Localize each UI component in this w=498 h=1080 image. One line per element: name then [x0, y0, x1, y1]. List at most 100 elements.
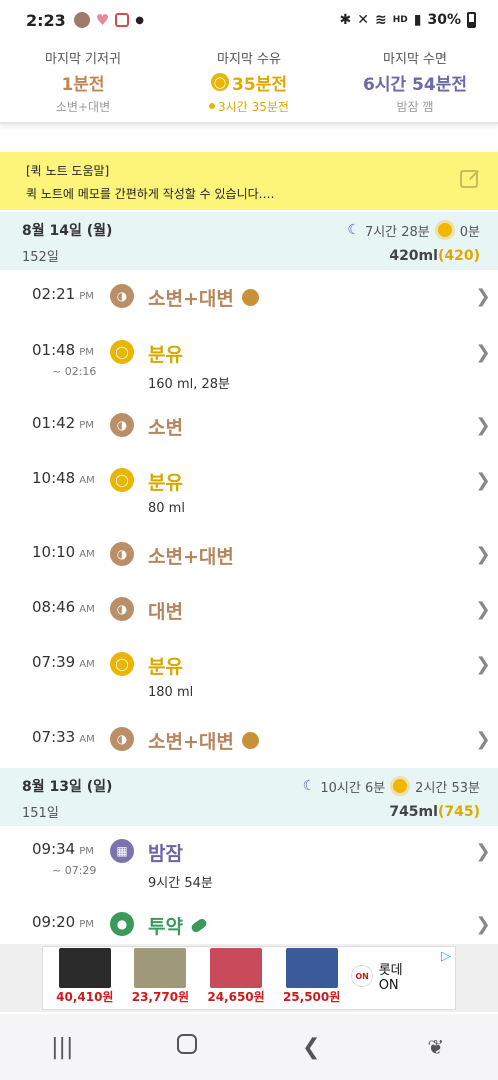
entry-label: 소변: [148, 417, 183, 439]
system-nav-bar: ||| ❮ ❦: [0, 1014, 498, 1080]
quick-note[interactable]: [퀵 노트 도움말] 퀵 노트에 메모를 간편하게 작성할 수 있습니다.…: [0, 152, 498, 210]
product-image: [210, 948, 263, 988]
summary-feed-value-wrap: ◯ 35분전: [211, 70, 287, 95]
entry-time: 07:39: [32, 653, 76, 671]
wifi-icon: ≋: [375, 12, 387, 28]
recent-apps-button[interactable]: |||: [32, 1035, 92, 1060]
ad-product[interactable]: 23,770원: [125, 945, 197, 1005]
ad-banner[interactable]: 40,410원 23,770원 24,650원 25,500원 ON 롯데ON …: [42, 946, 456, 1010]
bottle-icon: ◯: [211, 73, 230, 91]
product-image: [285, 948, 338, 988]
volume-paren: 420: [444, 247, 474, 264]
summary-diaper[interactable]: 마지막 기저귀 1분전 소변+대변: [0, 40, 166, 122]
entry-label: 소변+대변: [148, 546, 234, 568]
baby-age: 151일: [22, 806, 59, 821]
mute-icon: ✕: [357, 12, 370, 28]
summary-diaper-value: 1분전: [61, 74, 105, 95]
date-header: 8월 13일 (일) ☾ 10시간 6분 2시간 53분 151일 745ml(…: [0, 768, 498, 826]
summary-sleep-sub: 밤잠 깸: [396, 99, 434, 114]
entry-detail: 80 ml: [148, 501, 185, 516]
chevron-right-icon: ❯: [475, 729, 491, 750]
status-bar: 2:23 ♥ ● ✱ ✕ ≋ HD ▮ 30%: [0, 0, 498, 40]
poop-icon: [241, 289, 259, 306]
diaper-icon: ◑: [110, 284, 134, 308]
list-item[interactable]: 10:48 AM ◯ 분유 80 ml ❯: [0, 468, 498, 516]
status-time: 2:23: [26, 10, 66, 30]
battery-percent: 30%: [427, 12, 461, 28]
entry-detail: 180 ml: [148, 685, 194, 700]
entry-ampm: PM: [79, 291, 94, 302]
accessibility-button[interactable]: ❦: [406, 1035, 466, 1059]
heart-icon: ♥: [95, 11, 110, 29]
volume-value: 745ml: [389, 803, 438, 820]
bottle-icon: ◯: [110, 340, 134, 364]
calendar-icon: [115, 13, 130, 27]
baby-age: 152일: [22, 250, 59, 265]
entry-label: 소변+대변: [148, 731, 234, 753]
ad-price: 24,650원: [207, 990, 265, 1004]
signal-icon: ▮: [413, 12, 422, 28]
ad-price: 25,500원: [282, 990, 341, 1004]
entry-ampm: PM: [79, 846, 94, 857]
home-icon: [176, 1034, 197, 1054]
summary-sleep-title: 마지막 수면: [383, 51, 447, 67]
ad-brand[interactable]: ON 롯데ON: [351, 959, 421, 993]
ad-product[interactable]: 40,410원: [49, 945, 121, 1005]
chevron-right-icon: ❯: [475, 544, 491, 565]
bluetooth-icon: ✱: [339, 12, 352, 28]
entry-time: 02:21: [32, 285, 76, 303]
list-item[interactable]: 07:33 AM ◑ 소변+대변 ❯: [0, 727, 498, 754]
list-item[interactable]: 08:46 AM ◑ 대변 ❯: [0, 597, 498, 624]
list-item[interactable]: 01:48 PM ~ 02:16 ◯ 분유 160 ml, 28분 ❯: [0, 340, 498, 392]
ad-choices-icon[interactable]: ▷: [441, 949, 451, 964]
ad-product[interactable]: 24,650원: [200, 945, 272, 1005]
moon-icon: ☾: [347, 222, 360, 238]
entry-end-time: ~ 07:29: [52, 864, 97, 877]
date-label: 8월 14일 (월): [22, 223, 113, 239]
ad-price: 40,410원: [56, 990, 114, 1004]
ad-brand-name: 롯데ON: [378, 963, 403, 993]
volume-total: 420ml(420): [389, 247, 480, 264]
entry-ampm: AM: [79, 549, 95, 560]
day-sleep-total: 2시간 53분: [415, 780, 480, 796]
home-button[interactable]: [157, 1034, 217, 1060]
chevron-right-icon: ❯: [475, 470, 491, 491]
ad-product[interactable]: 25,500원: [276, 945, 348, 1005]
entry-ampm: AM: [79, 734, 95, 745]
summary-feed[interactable]: 마지막 수유 ◯ 35분전 3시간 35분전: [166, 40, 332, 122]
date-label: 8월 13일 (일): [22, 779, 113, 795]
list-item[interactable]: 09:34 PM ~ 07:29 ▦ 밤잠 9시간 54분 ❯: [0, 839, 498, 891]
entry-label: 분유: [148, 656, 183, 678]
entry-ampm: PM: [79, 919, 94, 930]
product-image: [134, 948, 187, 988]
list-item[interactable]: 09:20 PM ● 투약 ❯: [0, 912, 498, 939]
summary-feed-sub: 3시간 35분전: [218, 99, 289, 114]
chevron-right-icon: ❯: [475, 599, 491, 620]
diaper-icon: ◑: [110, 413, 134, 437]
chevron-right-icon: ❯: [475, 841, 491, 862]
lotte-on-logo: ON: [351, 965, 373, 987]
product-image: [58, 948, 111, 988]
entry-detail: 9시간 54분: [148, 876, 213, 891]
edit-note-icon[interactable]: [460, 170, 478, 188]
list-item[interactable]: 10:10 AM ◑ 소변+대변 ❯: [0, 542, 498, 569]
chevron-right-icon: ❯: [475, 654, 491, 675]
entry-ampm: AM: [79, 659, 95, 670]
back-button[interactable]: ❮: [281, 1035, 341, 1060]
summary-sleep[interactable]: 마지막 수면 6시간 54분전 밤잠 깸: [332, 40, 498, 122]
list-item[interactable]: 02:21 PM ◑ 소변+대변 ❯: [0, 284, 498, 311]
entry-detail: 160 ml, 28분: [148, 377, 230, 392]
entry-ampm: PM: [79, 420, 94, 431]
entry-ampm: AM: [79, 475, 95, 486]
list-item[interactable]: 07:39 AM ◯ 분유 180 ml ❯: [0, 652, 498, 700]
bottle-icon: ◯: [110, 468, 134, 492]
entry-end-time: ~ 02:16: [52, 365, 97, 378]
entry-time: 10:10: [32, 543, 76, 561]
entry-time: 09:34: [32, 840, 76, 858]
volume-total: 745ml(745): [389, 803, 480, 820]
entry-label: 소변+대변: [148, 288, 234, 310]
battery-icon: [467, 12, 476, 28]
entry-time: 10:48: [32, 469, 76, 487]
bottle-icon: ◯: [110, 652, 134, 676]
list-item[interactable]: 01:42 PM ◑ 소변 ❯: [0, 413, 498, 440]
